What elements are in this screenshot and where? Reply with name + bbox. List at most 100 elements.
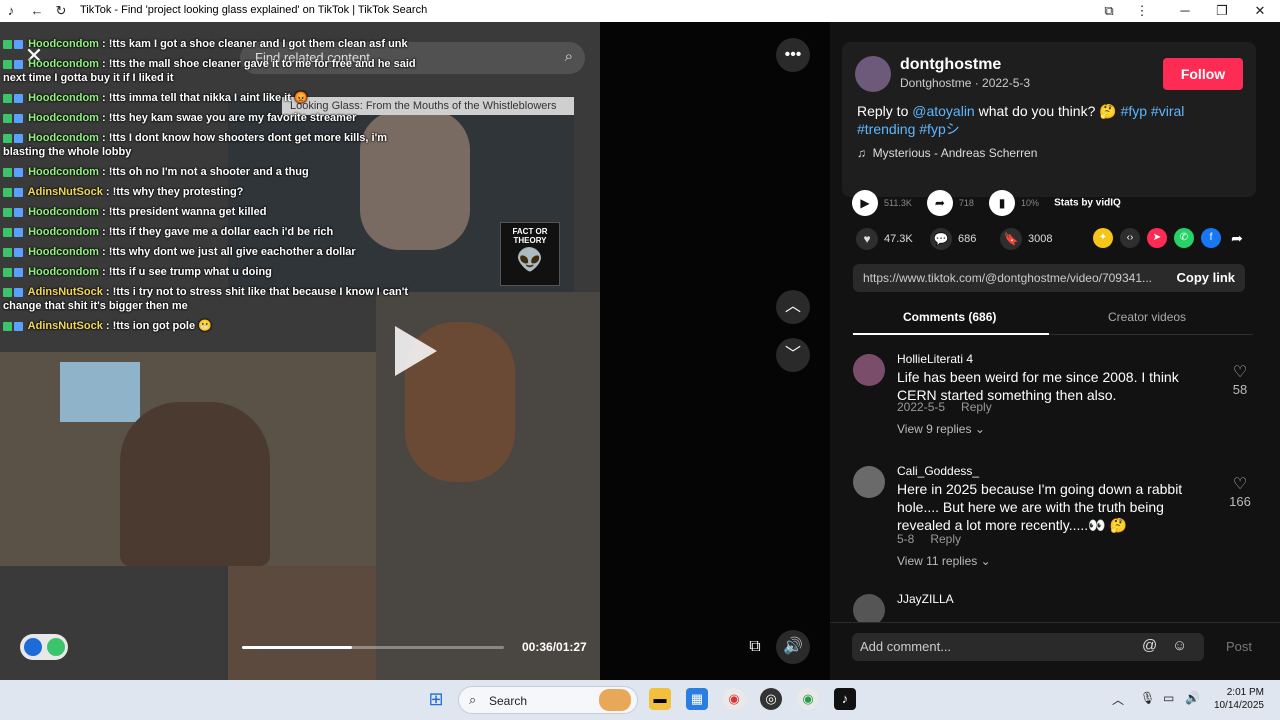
extensions-icon[interactable]: ⧉ xyxy=(1100,2,1118,20)
chat-badge-icon xyxy=(3,93,12,103)
play-icon[interactable] xyxy=(395,326,437,376)
chat-username: Hoodcondom xyxy=(28,226,99,238)
like-action[interactable]: ♥ 47.3K xyxy=(856,228,913,250)
creator-avatar[interactable] xyxy=(855,56,891,92)
back-icon[interactable]: ← xyxy=(28,2,46,20)
search-icon: ⌕ xyxy=(469,692,477,707)
webcam-window xyxy=(60,362,140,422)
share-more-icon[interactable]: ➦ xyxy=(1227,228,1247,248)
chat-line: Hoodcondom : !tts imma tell that nikka I… xyxy=(0,88,430,108)
commenter-avatar[interactable] xyxy=(853,466,885,498)
search-icon[interactable]: ⌕ xyxy=(565,48,573,65)
view-replies-label: View 11 replies xyxy=(897,554,978,568)
comment-action[interactable]: 💬 686 xyxy=(930,228,976,250)
bookmark-icon[interactable]: 🔖 xyxy=(1000,228,1022,250)
stats-by-label: Stats by vidIQ xyxy=(1054,197,1121,209)
play-count: 511.3K xyxy=(884,198,912,208)
chrome-profile-icon[interactable]: ◉ xyxy=(797,688,819,710)
facebook-icon[interactable]: f xyxy=(1201,228,1221,248)
embed-icon[interactable]: ‹› xyxy=(1120,228,1140,248)
system-clock[interactable]: 2:01 PM 10/14/2025 xyxy=(1210,686,1264,712)
more-menu-icon[interactable]: ⋮ xyxy=(1133,2,1151,20)
view-replies-button[interactable]: View 11 replies ⌄ xyxy=(897,554,991,568)
taskbar-search[interactable]: ⌕ Search xyxy=(458,686,638,714)
chat-badge-icon xyxy=(3,39,12,49)
chat-message: : !tts why they protesting? xyxy=(105,186,244,198)
comment-like[interactable]: ♡ 166 xyxy=(1225,474,1255,509)
emoji-icon[interactable]: ☺ xyxy=(1172,637,1187,654)
whatsapp-icon[interactable]: ✆ xyxy=(1174,228,1194,248)
stream-chat-overlay: Hoodcondom : !tts kam I got a shoe clean… xyxy=(0,34,430,336)
toggle-right-icon xyxy=(47,638,65,656)
reply-button[interactable]: Reply xyxy=(961,400,992,414)
toggle-pill[interactable] xyxy=(20,634,68,660)
comment-icon[interactable]: 💬 xyxy=(930,228,952,250)
chat-badge-icon xyxy=(14,113,23,123)
file-explorer-icon[interactable]: ▬ xyxy=(649,688,671,710)
minimize-icon[interactable]: ─ xyxy=(1176,2,1194,20)
refresh-icon[interactable]: ↻ xyxy=(52,2,70,20)
share-count-icon: ➦ xyxy=(926,190,953,216)
chat-message: : !tts oh no I'm not a shooter and a thu… xyxy=(102,166,309,178)
chat-badge-icon xyxy=(14,321,23,331)
send-icon[interactable]: ➤ xyxy=(1147,228,1167,248)
next-video-icon[interactable]: ﹀ xyxy=(776,338,810,372)
taskbar: ⊞ ⌕ Search ▬ ▦ ◉ ◎ ◉ ♪ ︿ 🎙 ▭ 🔊 2:01 PM 1… xyxy=(0,680,1280,720)
chat-badge-icon xyxy=(3,59,12,69)
store-icon[interactable]: ▦ xyxy=(686,688,708,710)
chat-message: : !tts imma tell that nikka I aint like … xyxy=(102,92,308,104)
mention-icon[interactable]: @ xyxy=(1142,637,1157,654)
more-options-icon[interactable]: ••• xyxy=(776,38,810,72)
obs-icon[interactable]: ◎ xyxy=(760,688,782,710)
comment-input[interactable]: Add comment... @ ☺ xyxy=(852,633,1204,661)
microphone-icon[interactable]: 🎙 xyxy=(1140,691,1155,705)
chat-badge-icon xyxy=(14,207,23,217)
volume-icon[interactable]: 🔊 xyxy=(776,630,810,664)
chat-username: Hoodcondom xyxy=(28,92,99,104)
close-window-icon[interactable]: ✕ xyxy=(1251,2,1269,20)
chat-message: : !tts ion got pole 😬 xyxy=(105,320,212,332)
chrome-icon[interactable]: ◉ xyxy=(723,688,745,710)
heart-icon[interactable]: ♥ xyxy=(856,228,878,250)
reply-button[interactable]: Reply xyxy=(930,532,961,546)
windows-start-icon[interactable]: ⊞ xyxy=(425,688,447,710)
previous-video-icon[interactable]: ︿ xyxy=(776,290,810,324)
copy-link-button[interactable]: Copy link xyxy=(1176,270,1235,285)
progress-bar[interactable] xyxy=(242,646,504,649)
commenter-name[interactable]: HollieLiterati 4 xyxy=(897,352,973,366)
tiktok-logo-icon: ♪ xyxy=(7,3,15,18)
chat-badge-icon xyxy=(14,39,23,49)
tab-comments[interactable]: Comments (686) xyxy=(903,310,996,324)
music-note-icon: ♫ xyxy=(857,146,866,160)
mention-link[interactable]: @atoyalin xyxy=(912,103,974,119)
heart-outline-icon[interactable]: ♡ xyxy=(1225,474,1255,494)
chat-line: Hoodcondom : !tts why dont we just all g… xyxy=(0,242,430,262)
chat-username: AdinsNutSock xyxy=(27,286,103,298)
view-replies-button[interactable]: View 9 replies ⌄ xyxy=(897,422,985,436)
tiktok-app-icon[interactable]: ♪ xyxy=(834,688,856,710)
heart-outline-icon[interactable]: ♡ xyxy=(1225,362,1255,382)
commenter-name[interactable]: Cali_Goddess_ xyxy=(897,464,979,478)
creator-username[interactable]: dontghostme xyxy=(900,56,1001,74)
tray-overflow-icon[interactable]: ︿ xyxy=(1112,691,1124,708)
post-button[interactable]: Post xyxy=(1226,639,1252,654)
music-title[interactable]: Mysterious - Andreas Scherren xyxy=(873,146,1038,160)
follow-button[interactable]: Follow xyxy=(1163,58,1243,90)
tab-creator-videos[interactable]: Creator videos xyxy=(1108,310,1186,324)
network-icon[interactable]: ▭ xyxy=(1163,691,1174,705)
speaker-icon[interactable]: 🔊 xyxy=(1185,691,1200,705)
comment-like-count: 166 xyxy=(1229,494,1251,509)
pip-icon[interactable]: ⧉ xyxy=(738,630,772,664)
link-box: https://www.tiktok.com/@dontghostme/vide… xyxy=(853,264,1245,292)
chat-line: Hoodcondom : !tts oh no I'm not a shoote… xyxy=(0,162,430,182)
engagement-rate: 10% xyxy=(1021,198,1040,208)
save-action[interactable]: 🔖 3008 xyxy=(1000,228,1052,250)
comment-date: 5-8 xyxy=(897,532,915,546)
search-highlight-icon xyxy=(599,689,631,711)
comment-like[interactable]: ♡ 58 xyxy=(1225,362,1255,397)
share-friends-icon[interactable]: ✦ xyxy=(1093,228,1113,248)
commenter-name[interactable]: JJayZILLA xyxy=(897,592,954,606)
music-info[interactable]: ♫ Mysterious - Andreas Scherren xyxy=(857,146,1037,160)
commenter-avatar[interactable] xyxy=(853,354,885,386)
maximize-icon[interactable]: ❐ xyxy=(1213,2,1231,20)
